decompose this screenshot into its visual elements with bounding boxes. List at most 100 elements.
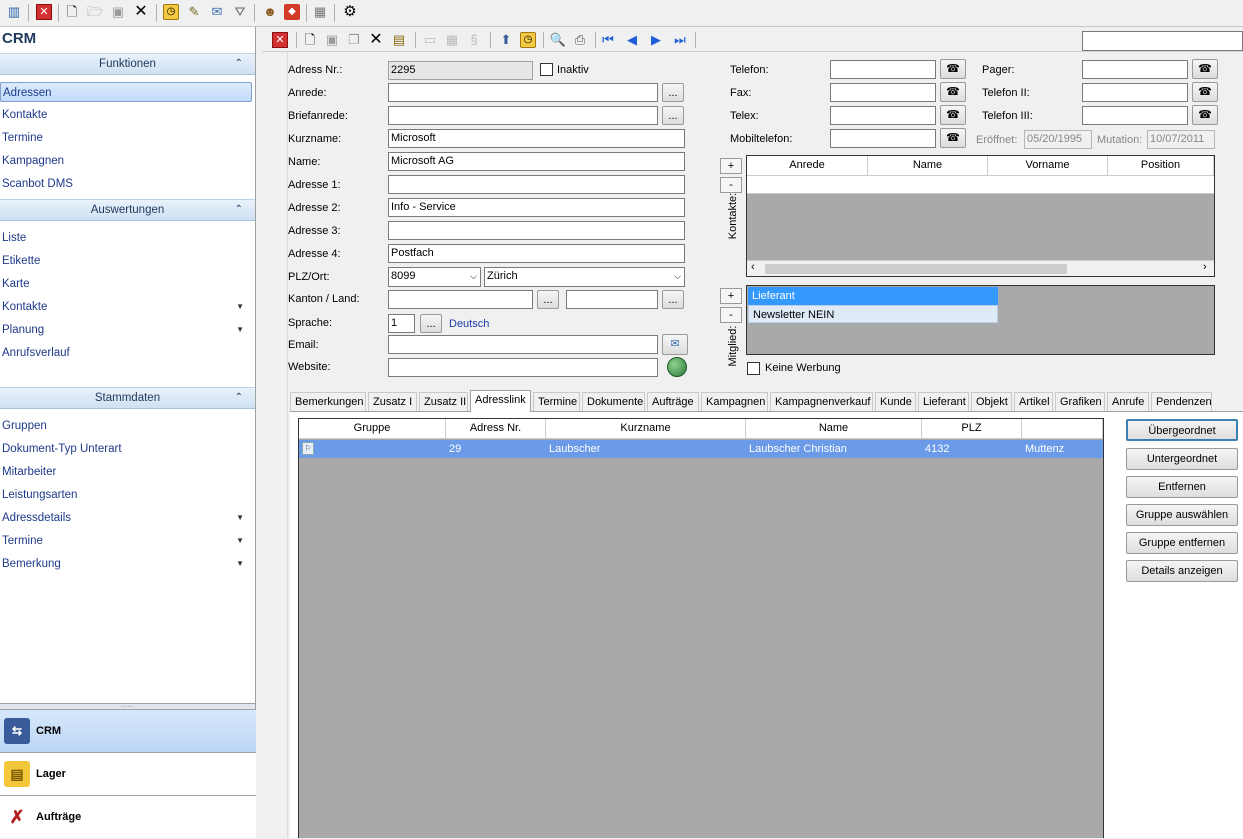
land-lookup-button[interactable]: ... [662, 290, 684, 309]
collapse-icon[interactable]: ⌃ [235, 388, 243, 408]
sidebar-item-scanbot-dms[interactable]: Scanbot DMS [0, 174, 252, 194]
scroll-thumb[interactable] [765, 264, 1067, 274]
telex-field[interactable] [830, 106, 936, 125]
chevron-down-icon[interactable]: ⌵ [470, 268, 477, 285]
kanton-lookup-button[interactable]: ... [537, 290, 559, 309]
entfernen-button[interactable]: Entfernen [1126, 476, 1238, 498]
table-row[interactable]: ⚐ 29 Laubscher Laubscher Christian 4132 … [299, 440, 1103, 458]
lock-edit-icon[interactable]: ✎ [186, 4, 202, 20]
search-input[interactable] [1082, 31, 1243, 51]
column-header[interactable]: Name [868, 156, 988, 176]
new-doc-icon[interactable]: 🗋 [64, 4, 80, 20]
gruppe-auswaehlen-button[interactable]: Gruppe auswählen [1126, 504, 1238, 526]
tab-objekt[interactable]: Objekt [971, 392, 1012, 411]
tab-kampagnenverkauf[interactable]: Kampagnenverkauf [770, 392, 873, 411]
keine-werbung-checkbox[interactable] [747, 362, 760, 375]
sidebar-item-liste[interactable]: Liste [0, 228, 252, 248]
copy-record-icon[interactable]: ❐ [346, 32, 362, 48]
column-header[interactable]: Position [1108, 156, 1214, 176]
section-funktionen[interactable]: Funktionen ⌃ [0, 53, 255, 75]
disabled-icon[interactable]: ▦ [444, 32, 460, 48]
paste-icon[interactable]: ▤ [391, 32, 407, 48]
print-icon[interactable]: ⎙ [572, 32, 588, 48]
clock-icon[interactable]: ◷ [520, 32, 536, 48]
column-header[interactable]: Name [746, 419, 922, 439]
dial-telefon2-icon[interactable]: ☎ [1192, 82, 1218, 102]
column-header[interactable]: Kurzname [546, 419, 746, 439]
collapse-icon[interactable]: ⌃ [235, 200, 243, 220]
sidebar-item-etikette[interactable]: Etikette [0, 251, 252, 271]
tab-aufträge[interactable]: Aufträge [647, 392, 699, 411]
save-icon[interactable]: ▣ [110, 4, 126, 20]
print-preview-icon[interactable]: 🔍 [550, 32, 566, 48]
tab-grafiken[interactable]: Grafiken [1055, 392, 1105, 411]
kanton-field[interactable] [388, 290, 533, 309]
dial-mobil-icon[interactable]: ☎ [940, 128, 966, 148]
disabled-icon[interactable]: § [466, 32, 482, 48]
gruppe-entfernen-button[interactable]: Gruppe entfernen [1126, 532, 1238, 554]
dial-telefon3-icon[interactable]: ☎ [1192, 105, 1218, 125]
column-header[interactable]: Adress Nr. [446, 419, 546, 439]
sidebar-item-planung[interactable]: Planung ▼ [0, 320, 252, 340]
adresse2-field[interactable]: Info - Service [388, 198, 685, 217]
mobiltelefon-field[interactable] [830, 129, 936, 148]
tab-zusatz-ii[interactable]: Zusatz II [419, 392, 468, 411]
pager-field[interactable] [1082, 60, 1188, 79]
chevron-down-icon[interactable]: ⌵ [674, 268, 681, 285]
dropdown-arrow-icon[interactable]: ▼ [236, 297, 244, 317]
sidebar-item-gruppen[interactable]: Gruppen [0, 416, 252, 436]
column-header[interactable]: Gruppe [299, 419, 446, 439]
plz-combo[interactable]: 8099 ⌵ [388, 267, 481, 287]
horizontal-scrollbar[interactable]: ‹ › [747, 260, 1214, 276]
dropdown-arrow-icon[interactable]: ▼ [236, 531, 244, 551]
adresslink-grid[interactable]: Gruppe Adress Nr. Kurzname Name PLZ ⚐ 29… [298, 418, 1104, 838]
globe-icon[interactable] [667, 357, 687, 377]
add-mitglied-button[interactable]: + [720, 288, 742, 304]
settings-icon[interactable]: ⚙ [342, 4, 358, 20]
land-field[interactable] [566, 290, 658, 309]
previous-record-icon[interactable]: ◀ [624, 32, 640, 48]
tab-artikel[interactable]: Artikel [1014, 392, 1053, 411]
module-lager-button[interactable]: ▤ Lager [0, 752, 256, 795]
new-record-icon[interactable]: 🗋 [302, 32, 318, 48]
first-record-icon[interactable]: ⏮ [600, 32, 616, 48]
tab-pendenzen[interactable]: Pendenzen [1151, 392, 1212, 411]
module-auftraege-button[interactable]: ✗ Aufträge [0, 795, 256, 838]
dial-fax-icon[interactable]: ☎ [940, 82, 966, 102]
anrede-field[interactable] [388, 83, 658, 102]
disabled-icon[interactable]: ▭ [422, 32, 438, 48]
kontakte-grid[interactable]: Anrede Name Vorname Position ‹ › [746, 155, 1215, 277]
export-icon[interactable]: ⬆ [498, 32, 514, 48]
next-record-icon[interactable]: ▶ [648, 32, 664, 48]
tab-dokumente[interactable]: Dokumente [582, 392, 645, 411]
empty-row[interactable] [747, 176, 1214, 194]
dropdown-arrow-icon[interactable]: ▼ [236, 508, 244, 528]
list-item[interactable]: Newsletter NEIN [748, 305, 998, 323]
tab-zusatz-i[interactable]: Zusatz I [368, 392, 417, 411]
dial-telefon-icon[interactable]: ☎ [940, 59, 966, 79]
sidebar-item-leistungsarten[interactable]: Leistungsarten [0, 485, 252, 505]
column-header[interactable]: PLZ [922, 419, 1022, 439]
last-record-icon[interactable]: ⏭ [672, 32, 688, 48]
tab-termine[interactable]: Termine [533, 392, 580, 411]
kurzname-field[interactable]: Microsoft [388, 129, 685, 148]
inaktiv-checkbox[interactable] [540, 63, 553, 76]
add-kontakt-button[interactable]: + [720, 158, 742, 174]
sprache-lookup-button[interactable]: ... [420, 314, 442, 333]
sidebar-item-anrufsverlauf[interactable]: Anrufsverlauf [0, 343, 252, 363]
sprache-field[interactable]: 1 [388, 314, 415, 333]
website-field[interactable] [388, 358, 658, 377]
telefon-field[interactable] [830, 60, 936, 79]
email-field[interactable] [388, 335, 658, 354]
adresse4-field[interactable]: Postfach [388, 244, 685, 263]
anrede-lookup-button[interactable]: ... [662, 83, 684, 102]
tab-anrufe[interactable]: Anrufe [1107, 392, 1149, 411]
tab-kunde[interactable]: Kunde [875, 392, 916, 411]
tab-lieferant[interactable]: Lieferant [918, 392, 969, 411]
dropdown-arrow-icon[interactable]: ▼ [236, 320, 244, 340]
briefanrede-field[interactable] [388, 106, 658, 125]
sidebar-item-adressen[interactable]: Adressen [0, 82, 252, 102]
fax-field[interactable] [830, 83, 936, 102]
section-stammdaten[interactable]: Stammdaten ⌃ [0, 387, 255, 409]
print-red-icon[interactable]: ◆ [284, 4, 300, 20]
